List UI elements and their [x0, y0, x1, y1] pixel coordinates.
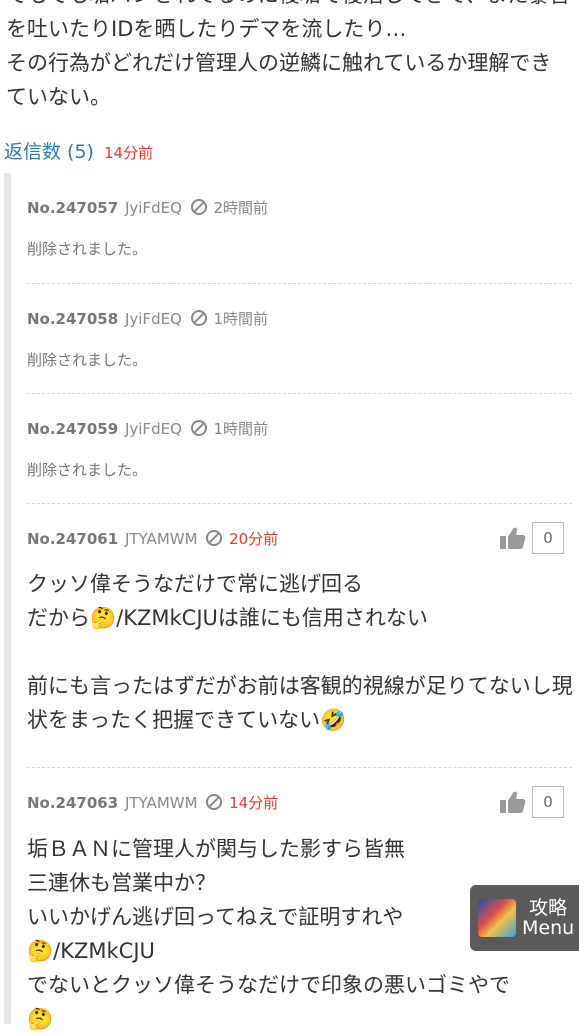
like-control: 0 — [500, 786, 564, 818]
reply-meta: No.247061 JTYAMWM 20分前 — [27, 528, 278, 549]
reply-text-line: クッソ偉そうなだけで常に逃げ回る — [27, 572, 363, 596]
deleted-message: 削除されました。 — [27, 351, 148, 369]
reply-meta: No.247063 JTYAMWM 14分前 — [27, 792, 278, 813]
reply-number[interactable]: No.247058 — [27, 310, 118, 328]
ban-icon[interactable] — [190, 420, 207, 436]
reply-item: No.247058 JyiFdEQ 1時間前 削除されました。 — [11, 284, 579, 394]
post-text-line: でもでも垢バンされてるのに複垢で復活してきて、また暴言を吐いたりIDを晒したりデ… — [6, 0, 570, 41]
reply-text-line: でないとクッソ偉そうなだけで印象の悪いゴミやで — [27, 973, 510, 997]
reply-number[interactable]: No.247059 — [27, 420, 118, 438]
deleted-message: 削除されました。 — [27, 240, 148, 258]
ban-icon[interactable] — [206, 794, 223, 810]
character-avatar-icon — [478, 899, 516, 937]
reply-number[interactable]: No.247057 — [27, 199, 118, 217]
reply-time: 14分前 — [229, 794, 279, 812]
deleted-message: 削除されました。 — [27, 461, 148, 479]
reply-item: No.247057 JyiFdEQ 2時間前 削除されました。 — [11, 173, 579, 284]
reply-user-id: JTYAMWM — [124, 530, 198, 548]
ban-icon[interactable] — [190, 199, 207, 215]
reply-item: No.247059 JyiFdEQ 1時間前 削除されました。 — [11, 394, 579, 504]
reply-user-id: JyiFdEQ — [124, 199, 182, 217]
like-control: 0 — [500, 522, 564, 554]
reply-text: クッソ偉そうなだけで常に逃げ回る だから🤔/KZMkCJUは誰にも信用されない … — [27, 567, 578, 737]
reply-user-id: JyiFdEQ — [124, 420, 182, 438]
reply-meta: No.247059 JyiFdEQ 1時間前 — [27, 418, 268, 439]
reply-time: 20分前 — [229, 530, 279, 548]
menu-label-line1: 攻略 — [529, 897, 568, 919]
reply-number[interactable]: No.247061 — [27, 530, 118, 548]
thumbs-up-icon[interactable] — [500, 790, 526, 814]
menu-label: 攻略 Menu — [522, 898, 574, 938]
reply-meta: No.247058 JyiFdEQ 1時間前 — [27, 308, 268, 329]
reply-time: 1時間前 — [213, 420, 268, 438]
reply-text-line: だから🤔/KZMkCJUは誰にも信用されない — [27, 606, 428, 630]
reply-text-line: 🤔 — [27, 1007, 54, 1031]
post-text-line: その行為がどれだけ管理人の逆鱗に触れているか理解できていない。 — [6, 51, 552, 109]
reply-number[interactable]: No.247063 — [27, 794, 118, 812]
reply-text-line — [27, 635, 578, 669]
reply-time: 1時間前 — [213, 310, 268, 328]
reply-meta: No.247057 JyiFdEQ 2時間前 — [27, 197, 268, 218]
reply-count-time: 14分前 — [104, 144, 154, 162]
reply-text-line: 垢ＢＡＮに管理人が関与した影すら皆無 — [27, 837, 405, 861]
reply-count-link[interactable]: 返信数 (5) — [4, 141, 94, 163]
ban-icon[interactable] — [206, 530, 223, 546]
guide-menu-button[interactable]: 攻略 Menu — [470, 885, 579, 951]
menu-label-line2: Menu — [522, 917, 575, 939]
ban-icon[interactable] — [190, 310, 207, 326]
reply-count-bar: 返信数 (5) 14分前 — [4, 137, 153, 164]
post-body: でもでも垢バンされてるのに複垢で復活してきて、また暴言を吐いたりIDを晒したりデ… — [0, 0, 571, 114]
like-count[interactable]: 0 — [532, 522, 564, 554]
reply-user-id: JTYAMWM — [124, 794, 198, 812]
reply-time: 2時間前 — [213, 199, 268, 217]
like-count[interactable]: 0 — [532, 786, 564, 818]
reply-user-id: JyiFdEQ — [124, 310, 182, 328]
reply-item: No.247061 JTYAMWM 20分前 0 クッソ偉そうなだけで常に逃げ回… — [11, 504, 579, 768]
thumbs-up-icon[interactable] — [500, 526, 526, 550]
reply-text-line: 前にも言ったはずだがお前は客観的視線が足りてないし現状をまったく把握できていない… — [27, 674, 573, 732]
